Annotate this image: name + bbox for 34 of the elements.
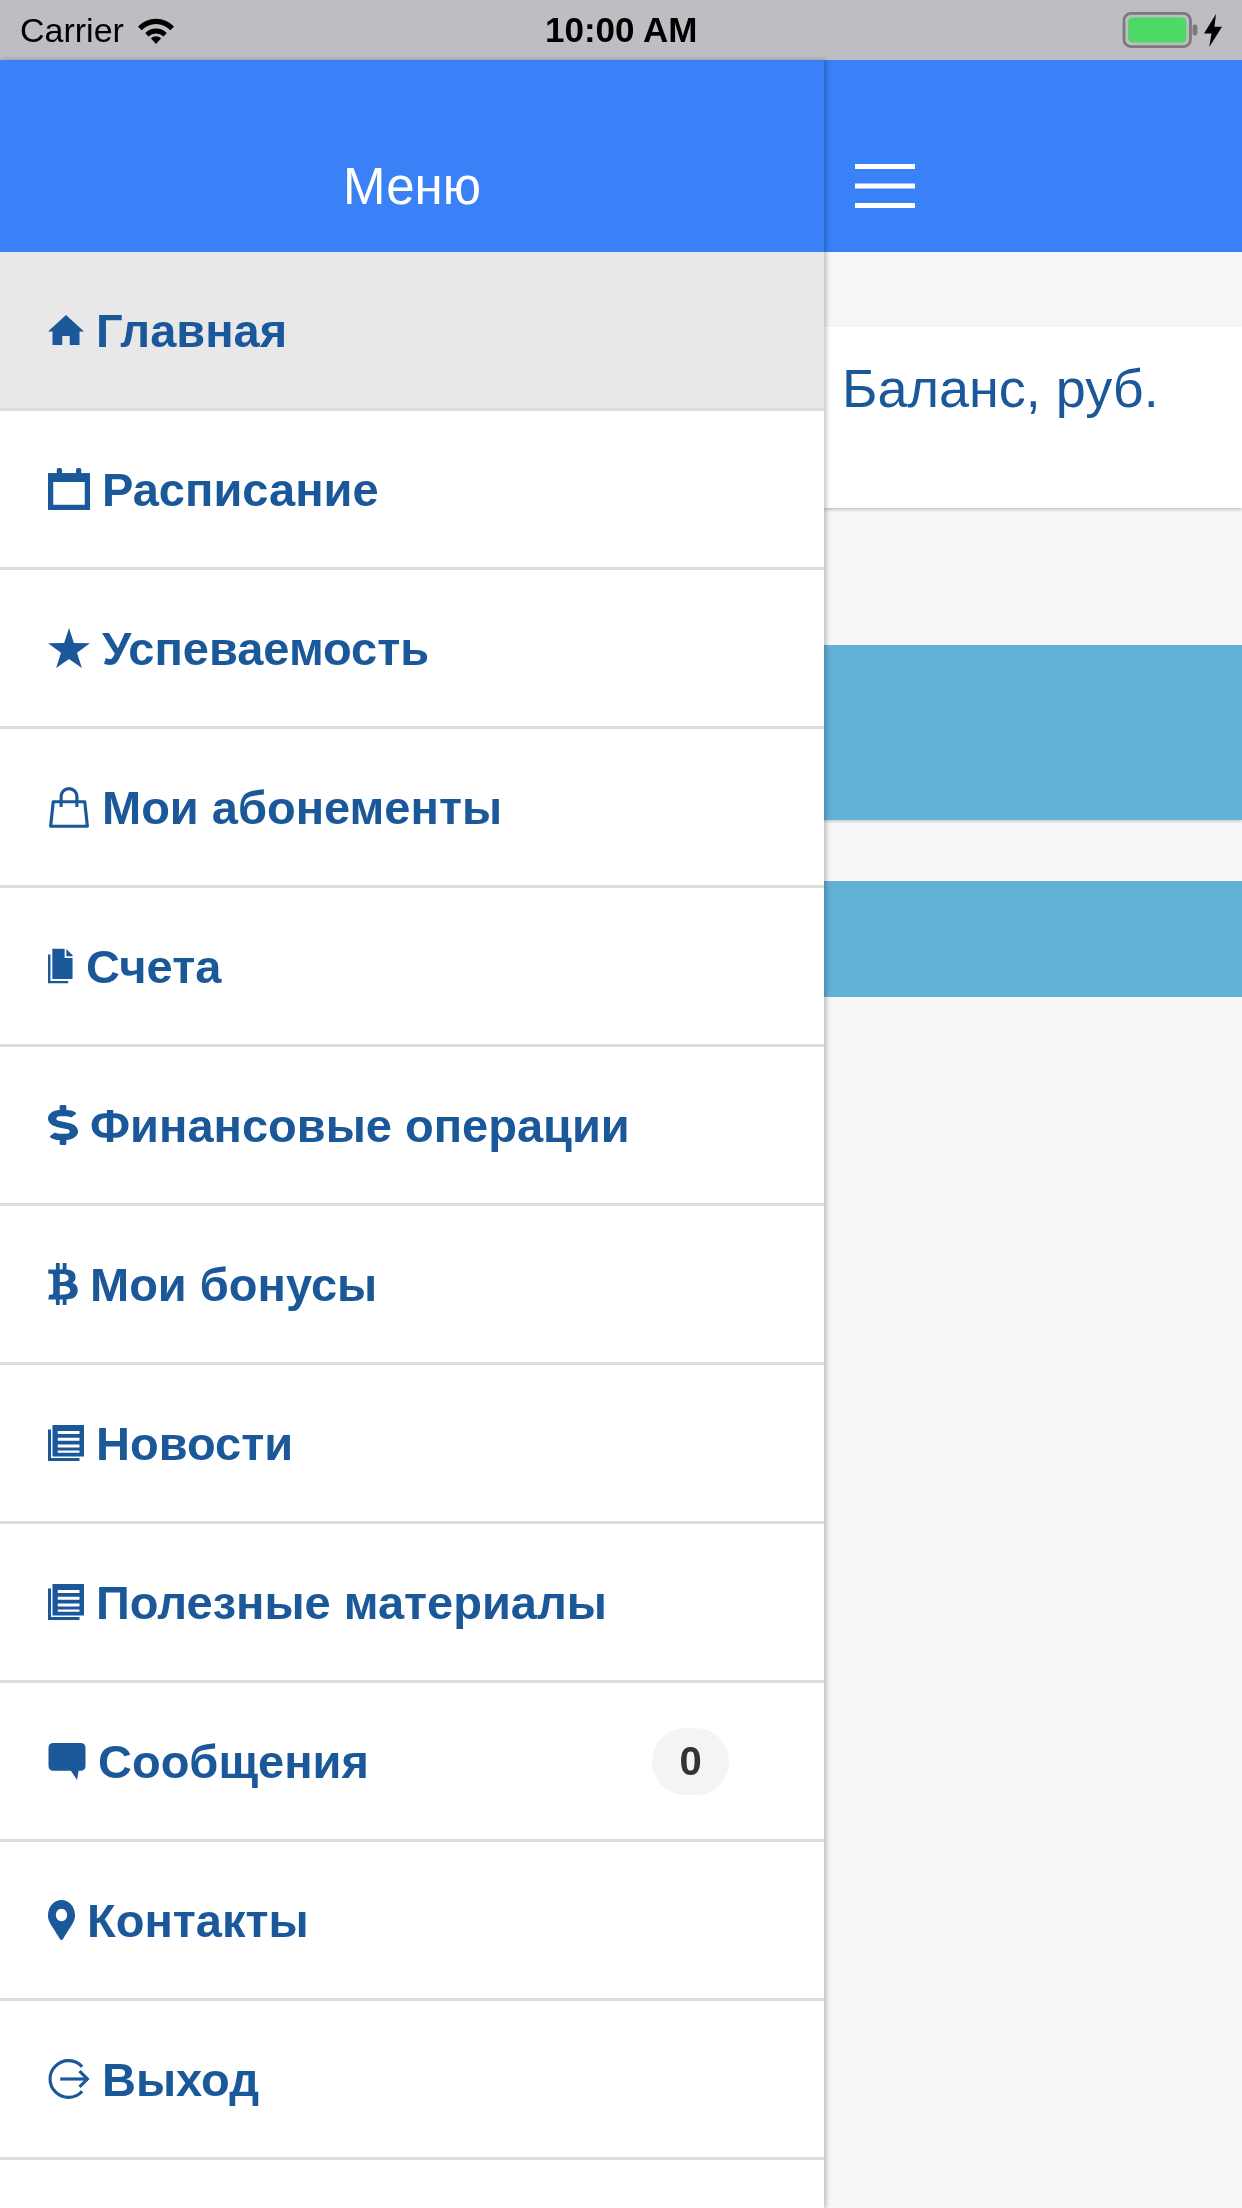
dollar-icon (48, 1105, 78, 1145)
menu-item[interactable]: Счета (0, 888, 824, 1047)
menu-item[interactable]: Успеваемость (0, 570, 824, 729)
calendar-icon (48, 468, 90, 510)
drawer-title: Меню (343, 160, 481, 212)
menu-button[interactable] (855, 164, 915, 208)
menu-item[interactable]: Финансовые операции (0, 1047, 824, 1206)
logout-icon (48, 2058, 90, 2100)
balance-label: Баланс, руб. (842, 358, 1159, 418)
menu-item[interactable]: Главная (0, 252, 824, 411)
charging-bolt-icon (1204, 13, 1222, 47)
newspaper-icon (48, 1584, 84, 1620)
menu-icon (855, 164, 915, 208)
menu-item[interactable]: Расписание (0, 411, 824, 570)
location-pin-icon (48, 1900, 75, 1940)
menu-item[interactable]: Новости (0, 1365, 824, 1524)
menu-item[interactable]: Мои абонементы (0, 729, 824, 888)
menu-item[interactable]: Сообщения 0 (0, 1683, 824, 1842)
wifi-icon (137, 16, 174, 44)
currency-sign-icon (48, 1263, 78, 1305)
battery-icon (1122, 12, 1198, 48)
home-icon (48, 315, 84, 345)
star-icon (48, 628, 90, 668)
speech-bubble-icon (48, 1742, 86, 1780)
bag-icon (48, 786, 90, 828)
document-icon (48, 948, 74, 984)
time-label: 10:00 AM (545, 12, 698, 47)
carrier-label: Carrier (20, 13, 124, 47)
menu-item[interactable]: Выход (0, 2001, 824, 2160)
newspaper-icon (48, 1425, 84, 1461)
menu-item[interactable]: Контакты (0, 1842, 824, 2001)
menu-item[interactable]: Полезные материалы (0, 1524, 824, 1683)
count-badge: 0 (652, 1727, 729, 1795)
menu-item[interactable]: Мои бонусы (0, 1206, 824, 1365)
